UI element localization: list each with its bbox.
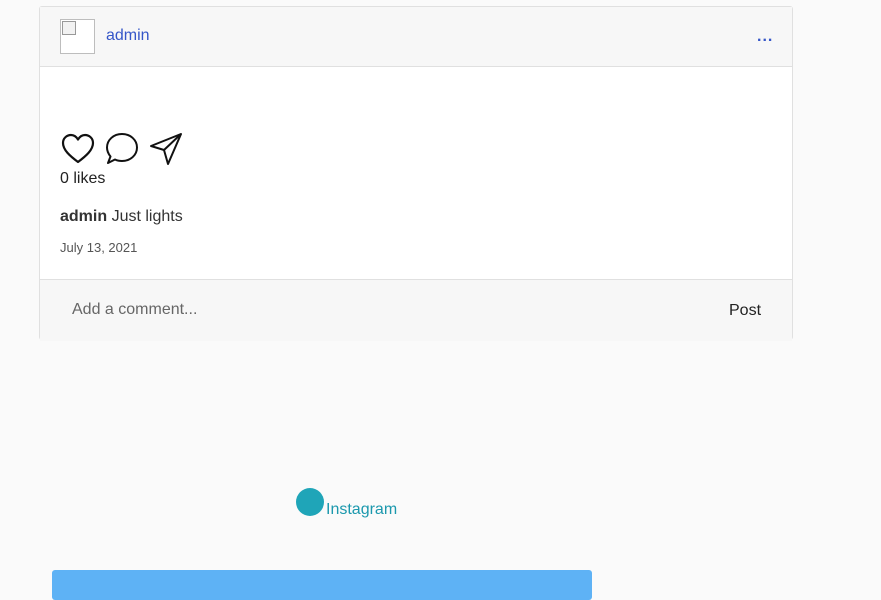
paper-plane-icon[interactable] <box>148 131 184 167</box>
comment-bubble-icon[interactable] <box>104 131 140 167</box>
more-options-button[interactable]: ... <box>757 29 773 45</box>
instagram-link[interactable]: Instagram <box>326 501 397 519</box>
caption: admin Just lights <box>60 208 183 226</box>
post-card: admin ... 0 likes admin Just lights July… <box>39 6 793 341</box>
comment-input[interactable] <box>60 292 680 328</box>
post-author-link[interactable]: admin <box>106 27 150 45</box>
heart-icon[interactable] <box>60 131 96 167</box>
instagram-logo-icon[interactable] <box>296 488 324 516</box>
post-header: admin ... <box>40 7 792 67</box>
caption-text: Just lights <box>111 208 183 225</box>
broken-image-icon <box>62 21 76 35</box>
likes-count: 0 likes <box>60 170 106 187</box>
primary-action-bar[interactable] <box>52 570 592 600</box>
avatar[interactable] <box>60 19 95 54</box>
post-date: July 13, 2021 <box>60 240 138 255</box>
caption-username[interactable]: admin <box>60 208 107 225</box>
comment-bar: Post <box>40 279 792 341</box>
post-comment-button[interactable]: Post <box>729 302 761 320</box>
